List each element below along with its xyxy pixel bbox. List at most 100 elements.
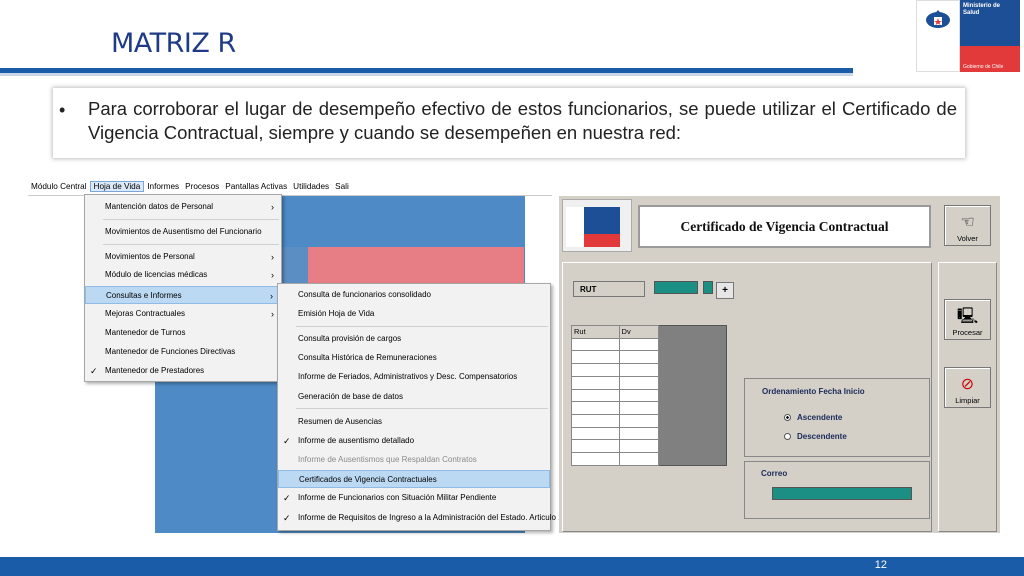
menu-item-movimientos-personal[interactable]: Movimientos de Personal › xyxy=(85,248,281,266)
logo-bottom-text: Gobierno de Chile xyxy=(963,64,1004,70)
menu-item-label: Consulta Histórica de Remuneraciones xyxy=(298,353,437,362)
procesar-label: Procesar xyxy=(952,328,983,337)
submenu-arrow-icon: › xyxy=(271,252,274,262)
table-row[interactable] xyxy=(571,363,660,377)
check-icon: ✓ xyxy=(283,436,291,446)
menu-separator xyxy=(296,408,548,409)
slide: MATRIZ R Ministerio de Salud Gobierno de… xyxy=(0,0,1024,576)
mini-logo-blue xyxy=(584,207,620,234)
menu-informes[interactable]: Informes xyxy=(144,182,182,191)
form-title: Certificado de Vigencia Contractual xyxy=(638,205,931,248)
mini-logo-white xyxy=(566,207,584,247)
menu-item-mantencion-datos[interactable]: Mantención datos de Personal › xyxy=(85,198,281,216)
logo-line2: Salud xyxy=(963,10,980,16)
grid-header-rut: Rut xyxy=(571,325,620,339)
pointing-hand-icon: ☜ xyxy=(960,214,975,231)
order-title: Ordenamiento Fecha Inicio xyxy=(762,387,865,396)
menu-item-label: Certificados de Vigencia Contractuales xyxy=(299,475,437,484)
menu-item-emision-hoja-vida[interactable]: Emisión Hoja de Vida xyxy=(278,305,550,323)
submenu-arrow-icon: › xyxy=(271,270,274,280)
menu-utilidades[interactable]: Utilidades xyxy=(290,182,332,191)
menu-item-licencias-medicas[interactable]: Módulo de licencias médicas › xyxy=(85,266,281,284)
table-row[interactable] xyxy=(571,388,660,403)
table-row[interactable] xyxy=(571,401,660,416)
radio-descendente[interactable]: Descendente xyxy=(784,432,847,441)
check-icon: ✓ xyxy=(283,513,291,523)
submenu-consultas-informes: Consulta de funcionarios consolidado Emi… xyxy=(277,283,569,531)
radio-unselected-icon xyxy=(784,433,791,441)
menu-item-label: Informe de ausentismo detallado xyxy=(298,436,415,445)
menu-item-label: Generación de base de datos xyxy=(298,392,403,401)
rut-input[interactable] xyxy=(654,281,698,294)
menu-separator xyxy=(103,219,279,220)
page-number: 12 xyxy=(874,559,887,571)
rut-label: RUT xyxy=(580,284,597,294)
mini-logo-red xyxy=(584,233,620,247)
check-icon: ✓ xyxy=(90,366,98,376)
table-row[interactable] xyxy=(571,337,660,352)
radio-label: Descendente xyxy=(797,432,847,441)
no-entry-icon: ⊘ xyxy=(960,376,975,393)
add-rut-button[interactable]: + xyxy=(716,282,734,299)
menu-salir[interactable]: Sali xyxy=(332,182,352,191)
menu-item-requisitos-ingreso[interactable]: ✓ Informe de Requisitos de Ingreso a la A… xyxy=(278,509,569,527)
title-bar-shadow xyxy=(0,73,853,76)
menu-item-base-datos[interactable]: Generación de base de datos xyxy=(278,388,550,406)
submenu-arrow-icon: › xyxy=(271,202,274,212)
table-row[interactable] xyxy=(571,426,660,441)
menu-modulo-central[interactable]: Módulo Central xyxy=(28,182,90,191)
submenu-arrow-icon: › xyxy=(270,291,273,301)
menu-item-situacion-militar[interactable]: ✓ Informe de Funcionarios con Situación M… xyxy=(278,489,550,507)
footer-bar: 12 xyxy=(0,557,1024,576)
procesar-button[interactable]: 🖳 Procesar xyxy=(944,299,991,340)
logo-line1: Ministerio de xyxy=(963,3,1001,9)
check-icon: ✓ xyxy=(283,493,291,503)
menu-item-label: Mejoras Contractuales xyxy=(105,309,186,318)
menu-item-historica-remuneraciones[interactable]: Consulta Histórica de Remuneraciones xyxy=(278,349,550,367)
menu-item-ausentismo-detallado[interactable]: ✓ Informe de ausentismo detallado xyxy=(278,432,550,450)
menu-item-mantenedor-turnos[interactable]: Mantenedor de Turnos xyxy=(85,324,281,342)
menu-item-movimientos-ausentismo[interactable]: Movimientos de Ausentismo del Funcionari… xyxy=(85,223,281,241)
menu-item-certificados-vigencia[interactable]: Certificados de Vigencia Contractuales xyxy=(278,470,550,488)
menu-item-mantenedor-prestadores[interactable]: ✓ Mantenedor de Prestadores xyxy=(85,362,281,380)
menu-item-label: Mantenedor de Funciones Directivas xyxy=(105,347,236,356)
menu-item-consultas-informes[interactable]: Consultas e Informes › xyxy=(85,286,281,304)
ministry-logo: Ministerio de Salud Gobierno de Chile xyxy=(916,0,1020,72)
coat-of-arms-icon-svg xyxy=(926,10,950,28)
limpiar-button[interactable]: ⊘ Limpiar xyxy=(944,367,991,408)
menu-procesos[interactable]: Procesos xyxy=(182,182,222,191)
menu-item-provision-cargos[interactable]: Consulta provisión de cargos xyxy=(278,330,550,348)
ministry-mini-logo xyxy=(566,207,620,247)
rut-button[interactable]: RUT xyxy=(573,281,645,297)
radio-selected-icon xyxy=(784,414,791,422)
dv-input[interactable] xyxy=(703,281,713,294)
menu-item-label: Informe de Ausentismos que Respaldan Con… xyxy=(298,455,477,464)
coat-of-arms-icon xyxy=(916,0,960,72)
table-row[interactable] xyxy=(571,350,660,365)
correo-input[interactable] xyxy=(772,487,912,500)
table-row[interactable] xyxy=(571,375,660,390)
menu-item-informe-feriados[interactable]: Informe de Feriados, Administrativos y D… xyxy=(278,368,550,386)
body-text: Para corroborar el lugar de desempeño ef… xyxy=(88,98,957,143)
menu-hoja-de-vida[interactable]: Hoja de Vida xyxy=(89,180,145,192)
menu-item-label: Mantención datos de Personal xyxy=(105,202,214,211)
correo-label: Correo xyxy=(761,469,788,478)
dropdown-hoja-de-vida: Mantención datos de Personal › Movimiento… xyxy=(84,194,282,382)
limpiar-label: Limpiar xyxy=(955,396,980,405)
menu-item-label: Mantenedor de Prestadores xyxy=(105,366,205,375)
menu-separator xyxy=(296,326,548,327)
menu-item-funciones-directivas[interactable]: Mantenedor de Funciones Directivas xyxy=(85,343,281,361)
volver-button[interactable]: ☜ Volver xyxy=(944,205,991,246)
menu-item-label: Informe de Requisitos de Ingreso a la Ad… xyxy=(298,513,570,522)
menu-item-label: Movimientos de Ausentismo del Funcionari… xyxy=(105,227,262,236)
menu-item-consulta-funcionarios[interactable]: Consulta de funcionarios consolidado xyxy=(278,286,550,304)
table-row[interactable] xyxy=(571,414,660,428)
menu-item-resumen-ausencias[interactable]: Resumen de Ausencias xyxy=(278,413,550,431)
radio-ascendente[interactable]: Ascendente xyxy=(784,413,842,422)
rut-grid[interactable]: Rut Dv xyxy=(571,325,660,466)
table-row[interactable] xyxy=(571,452,660,466)
table-row[interactable] xyxy=(571,439,660,454)
menu-item-label: Emisión Hoja de Vida xyxy=(298,309,375,318)
menu-pantallas-activas[interactable]: Pantallas Activas xyxy=(222,182,290,191)
menu-item-mejoras-contractuales[interactable]: Mejoras Contractuales › xyxy=(85,305,281,323)
